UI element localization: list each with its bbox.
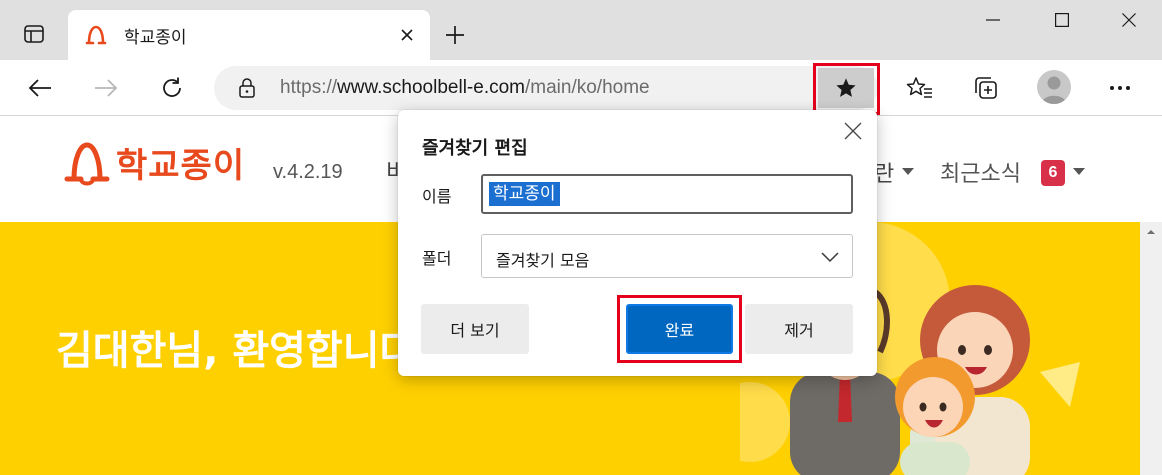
chevron-down-icon[interactable] <box>902 168 914 175</box>
forward-icon[interactable] <box>86 68 126 108</box>
folder-label: 폴더 <box>422 249 452 268</box>
close-tab-icon[interactable] <box>394 22 420 48</box>
url-path: /main/ko/home <box>525 77 650 98</box>
edit-favorite-dialog: 즐겨찾기 편집 이름 학교종이 폴더 즐겨찾기 모음 더 보기 완료 제거 <box>398 110 877 376</box>
url-text[interactable]: https://www.schoolbell-e.com/main/ko/hom… <box>280 77 650 99</box>
page-scrollbar[interactable] <box>1140 222 1162 475</box>
news-chevron-down-icon[interactable] <box>1073 168 1085 175</box>
news-menu[interactable]: 최근소식 <box>940 156 1021 188</box>
address-bar[interactable]: https://www.schoolbell-e.com/main/ko/hom… <box>214 66 878 110</box>
refresh-icon[interactable] <box>152 68 192 108</box>
folder-select[interactable]: 즐겨찾기 모음 <box>481 234 853 278</box>
welcome-text: 김대한님, 환영합니다 <box>56 328 417 374</box>
url-prefix: https:// <box>280 77 338 98</box>
title-bar: 학교종이 <box>0 0 1162 60</box>
version-label: v.4.2.19 <box>273 161 343 183</box>
news-count-badge: 6 <box>1041 160 1065 186</box>
folder-selected-value: 즐겨찾기 모음 <box>496 251 590 270</box>
schoolbell-logo-icon <box>64 142 110 186</box>
star-highlight-box <box>813 63 880 115</box>
collections-icon[interactable] <box>966 68 1006 108</box>
done-highlight-box <box>617 295 742 363</box>
browser-tab[interactable]: 학교종이 <box>68 10 430 60</box>
back-icon[interactable] <box>20 68 60 108</box>
lock-icon[interactable] <box>236 77 258 99</box>
profile-avatar[interactable] <box>1037 70 1071 104</box>
url-host: www.schoolbell-e.com <box>337 77 525 98</box>
more-button[interactable]: 더 보기 <box>421 304 529 354</box>
new-tab-icon[interactable] <box>438 18 472 52</box>
tab-actions-icon[interactable] <box>16 18 52 50</box>
dialog-close-icon[interactable] <box>840 118 866 144</box>
menu-item-partial-right[interactable]: 란 <box>874 156 894 188</box>
navigation-bar: https://www.schoolbell-e.com/main/ko/hom… <box>0 60 1162 116</box>
remove-button[interactable]: 제거 <box>745 304 853 354</box>
maximize-icon[interactable] <box>1033 0 1091 40</box>
tab-title: 학교종이 <box>124 28 187 48</box>
more-menu-icon[interactable] <box>1100 68 1140 108</box>
schoolbell-logo-icon <box>84 23 108 47</box>
minimize-icon[interactable] <box>964 0 1022 40</box>
name-label: 이름 <box>422 187 452 206</box>
chevron-down-icon <box>820 247 840 267</box>
favorites-icon[interactable] <box>900 68 940 108</box>
close-window-icon[interactable] <box>1100 0 1158 40</box>
logo-text: 학교종이 <box>116 146 246 186</box>
site-logo[interactable]: 학교종이 <box>64 138 245 187</box>
name-selected-text: 학교종이 <box>489 182 560 206</box>
favorite-name-input[interactable]: 학교종이 <box>481 174 853 214</box>
dialog-title: 즐겨찾기 편집 <box>422 138 528 159</box>
